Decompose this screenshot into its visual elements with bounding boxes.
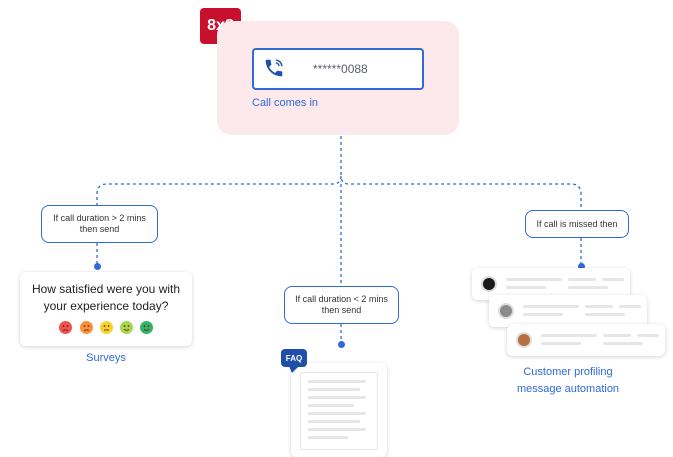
faq-bubble-tail <box>289 366 299 373</box>
text-placeholder-line <box>308 436 348 439</box>
text-placeholder-line <box>603 342 643 345</box>
phone-icon <box>265 59 283 77</box>
text-placeholder-line <box>541 342 581 345</box>
text-placeholder-line <box>603 334 631 337</box>
surveys-caption: Surveys <box>86 352 126 364</box>
text-placeholder-line <box>602 278 624 281</box>
condition-text: If call duration > 2 mins <box>53 213 146 223</box>
text-placeholder-line <box>585 313 625 316</box>
avatar <box>516 332 532 348</box>
condition-short-call: If call duration < 2 mins then send <box>284 286 399 324</box>
faq-document <box>291 363 387 457</box>
text-placeholder-line <box>523 305 579 308</box>
caller-number: ******0088 <box>313 62 368 76</box>
text-placeholder-line <box>506 278 562 281</box>
text-placeholder-line <box>568 286 608 289</box>
condition-text: then send <box>321 305 362 315</box>
text-placeholder-line <box>541 334 597 337</box>
text-placeholder-line <box>308 396 366 399</box>
profile-card <box>489 295 647 327</box>
condition-text: If call is missed then <box>536 218 618 229</box>
condition-text: then send <box>79 224 120 234</box>
text-placeholder-line <box>308 428 366 431</box>
connector-dot <box>338 341 345 348</box>
text-placeholder-line <box>308 388 360 391</box>
text-placeholder-line <box>637 334 659 337</box>
condition-long-call: If call duration > 2 mins then send <box>41 205 158 243</box>
text-placeholder-line <box>506 286 546 289</box>
survey-question: How satisfied were you with your experie… <box>20 281 192 315</box>
survey-question-line: How satisfied were you with <box>31 282 181 296</box>
text-placeholder-line <box>308 420 360 423</box>
emoji-faces <box>62 325 150 332</box>
avatar <box>481 276 497 292</box>
text-placeholder-line <box>619 305 641 308</box>
profile-card <box>507 324 665 356</box>
text-placeholder-line <box>523 313 563 316</box>
profiling-caption: Customer profiling message automation <box>490 364 646 398</box>
connector-dot <box>94 263 101 270</box>
condition-missed-call: If call is missed then <box>525 210 629 238</box>
faq-badge: FAQ <box>281 349 307 367</box>
avatar <box>498 303 514 319</box>
text-placeholder-line <box>308 404 354 407</box>
profiling-caption-line: Customer profiling <box>523 366 613 378</box>
survey-question-line: your experience today? <box>43 299 169 313</box>
text-placeholder-line <box>308 412 366 415</box>
text-placeholder-line <box>308 380 366 383</box>
profiling-caption-line: message automation <box>516 383 620 395</box>
text-placeholder-line <box>568 278 596 281</box>
call-caption: Call comes in <box>252 97 319 109</box>
condition-text: If call duration < 2 mins <box>295 294 388 304</box>
text-placeholder-line <box>585 305 613 308</box>
